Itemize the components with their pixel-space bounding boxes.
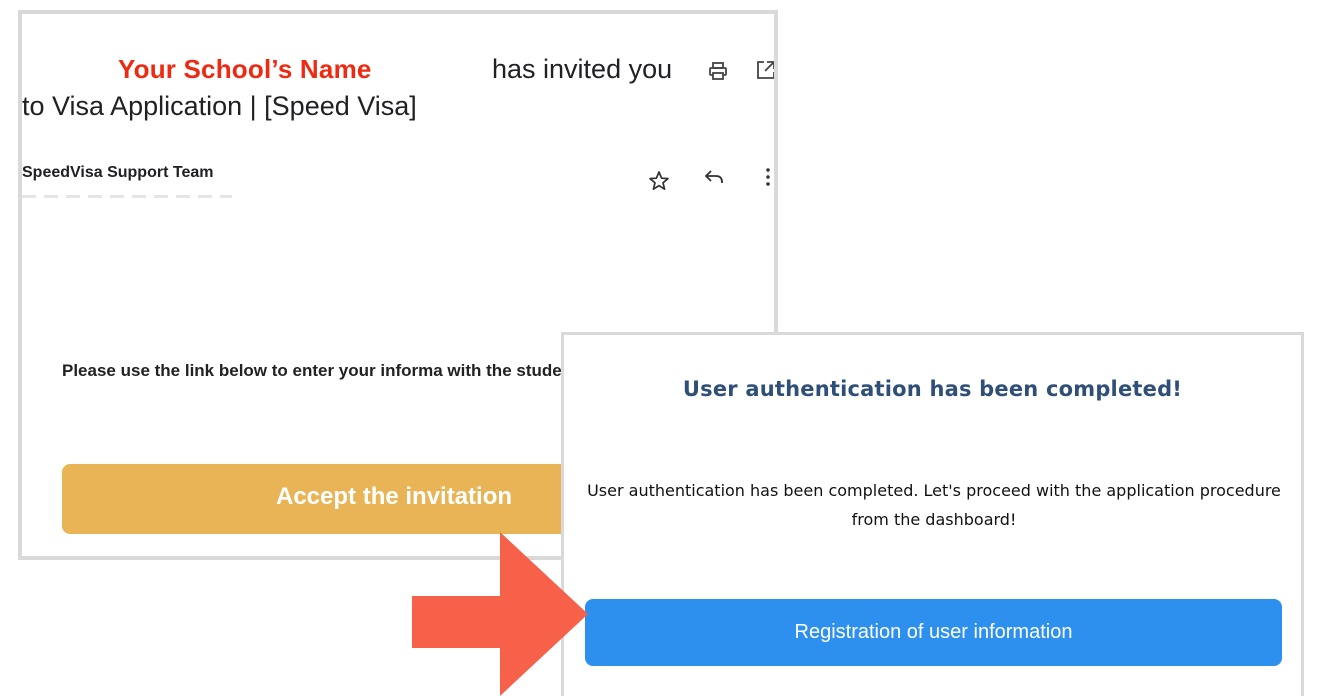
email-subject-line: Your School’s Name has invited you (22, 54, 774, 90)
sender-name: SpeedVisa Support Team (22, 164, 214, 181)
accept-invitation-label: Accept the invitation (276, 483, 513, 510)
print-icon[interactable] (707, 60, 729, 82)
star-icon[interactable] (648, 170, 670, 192)
auth-complete-message: User authentication has been completed. … (587, 481, 1281, 529)
sender-address-faint (22, 195, 232, 198)
screenshot-stage: Your School’s Name has invited you to Vi… (0, 0, 1319, 696)
auth-complete-title: User authentication has been completed! (682, 377, 1183, 401)
right-arrow-icon (412, 532, 588, 696)
open-in-new-icon[interactable] (755, 59, 774, 81)
email-subject-text-continued: to Visa Application | [Speed Visa] (22, 91, 417, 121)
school-name: Your School’s Name (118, 54, 372, 84)
register-user-info-button[interactable]: Registration of user information (585, 599, 1282, 666)
auth-complete-panel: User authentication has been completed! … (561, 332, 1304, 696)
email-subject-text: has invited you (492, 54, 673, 84)
more-vertical-icon[interactable] (757, 166, 774, 188)
reply-icon[interactable] (703, 166, 725, 188)
